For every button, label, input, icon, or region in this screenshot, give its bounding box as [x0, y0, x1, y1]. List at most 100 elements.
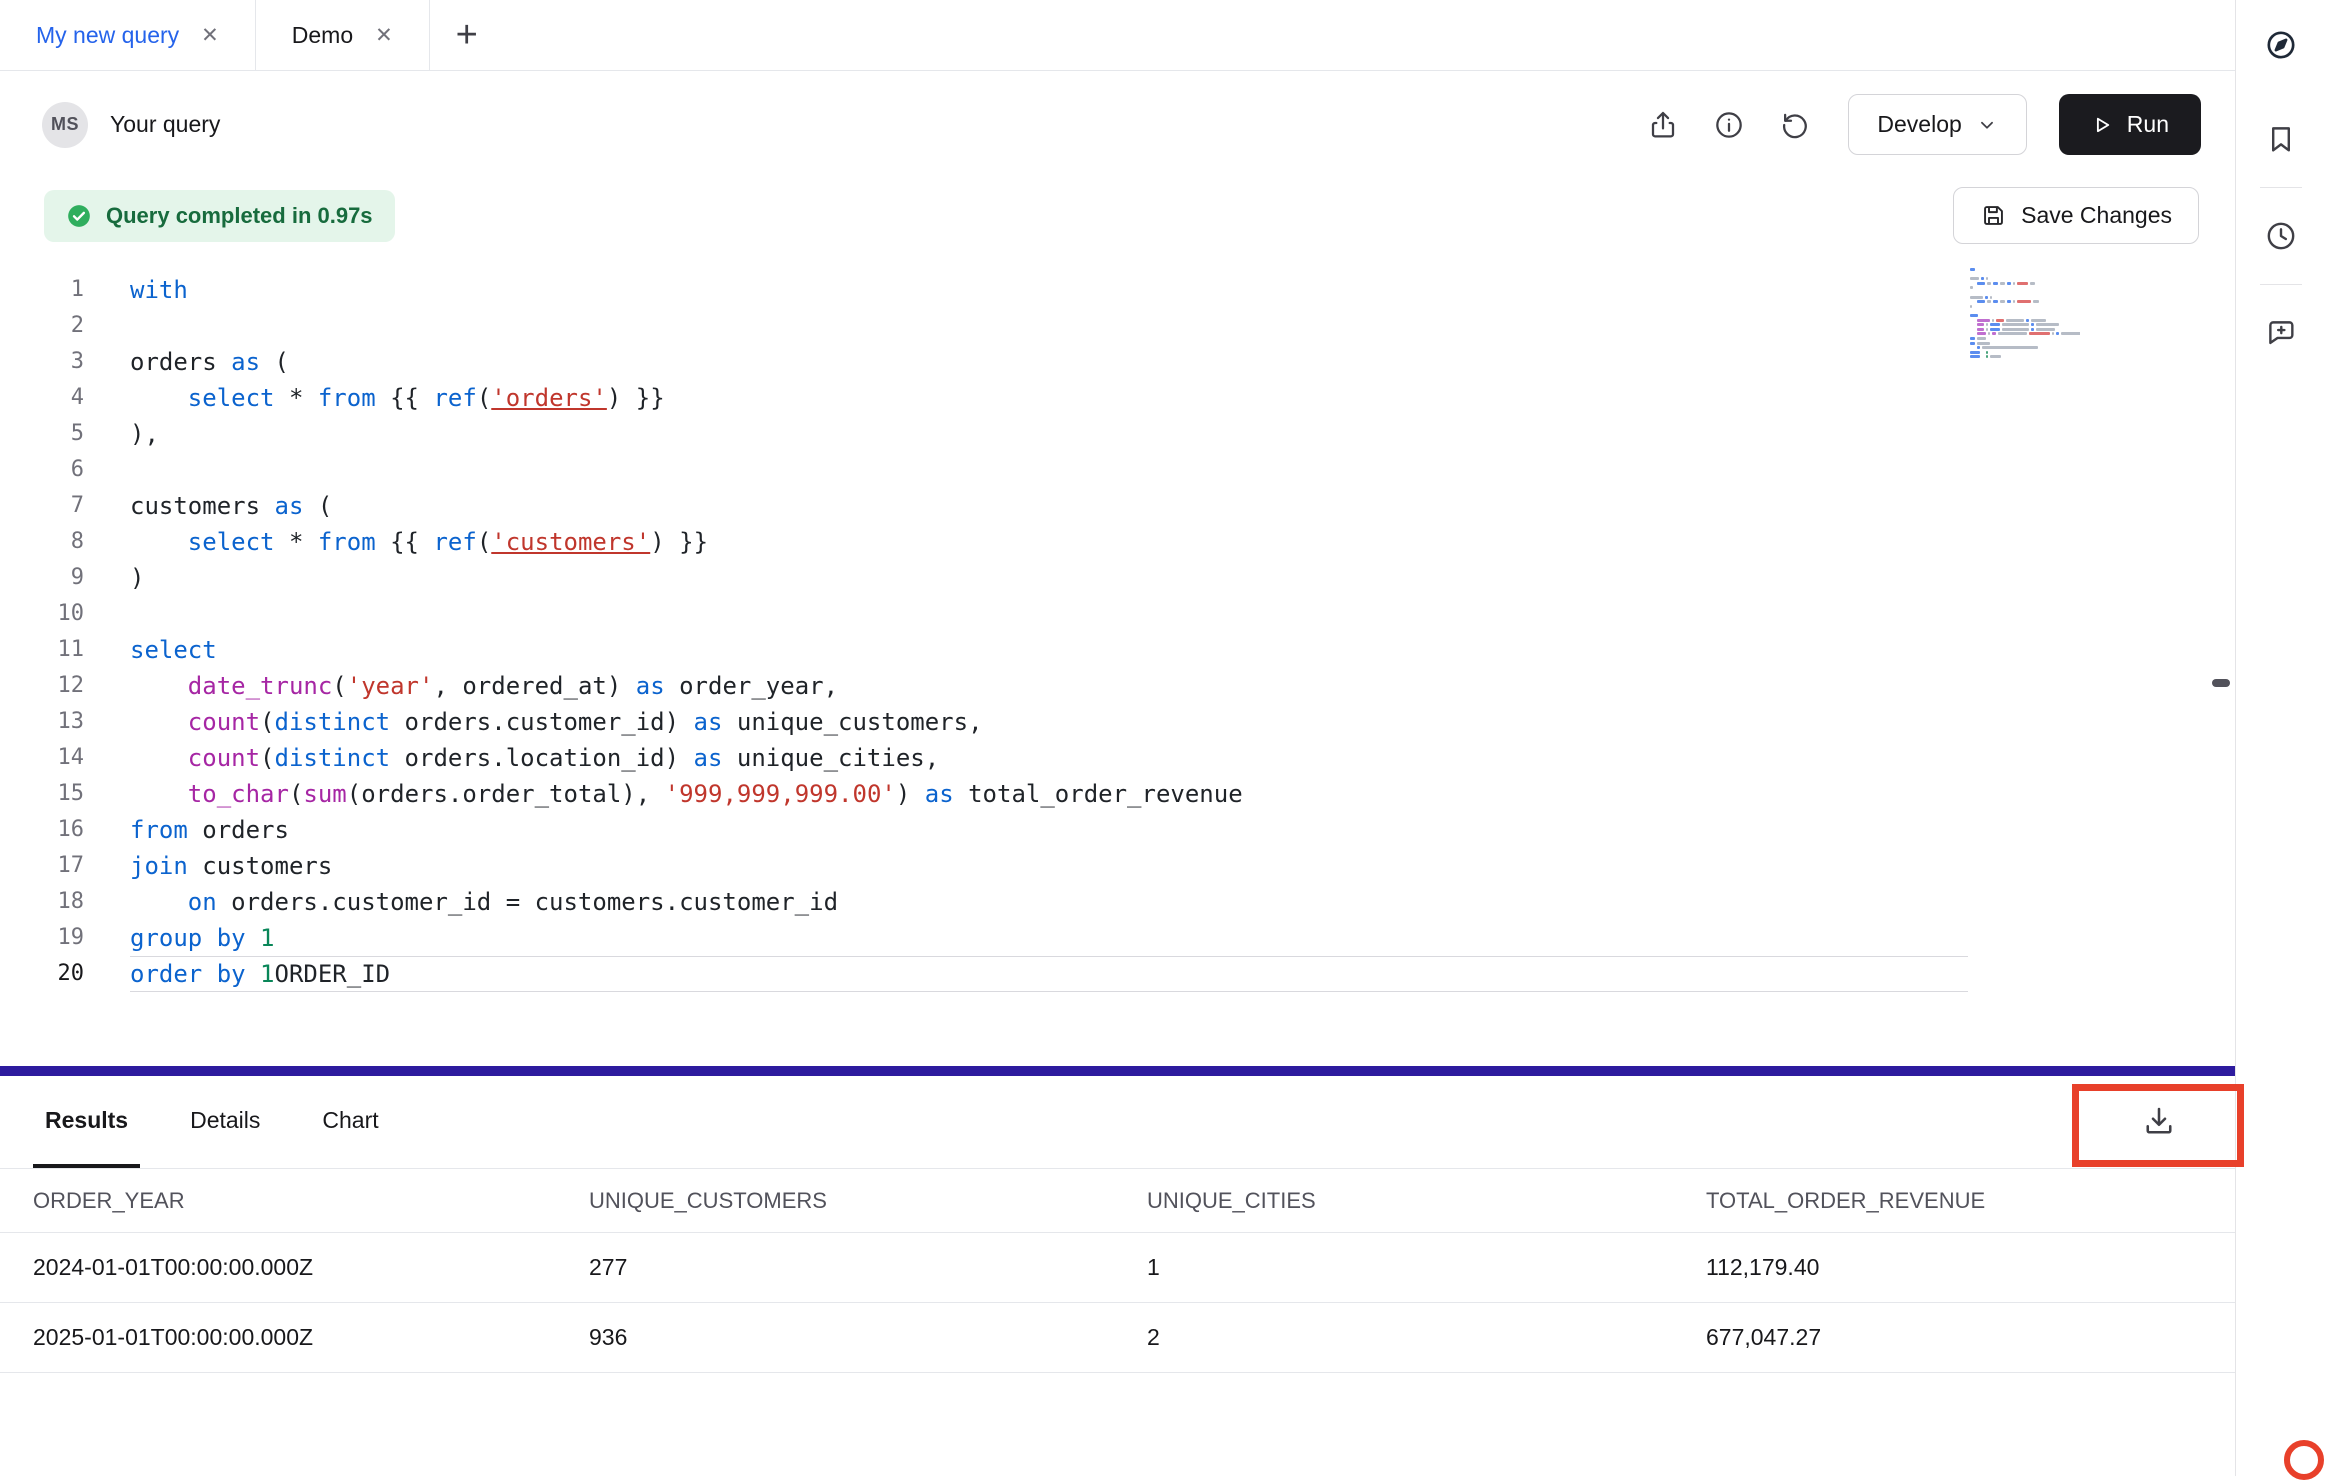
code-line[interactable]: 19 group by 1	[0, 920, 2235, 956]
panel-divider[interactable]	[0, 1066, 2235, 1076]
minimap[interactable]	[1970, 268, 2080, 360]
share-icon	[1647, 109, 1679, 141]
column-header: TOTAL_ORDER_REVENUE	[1673, 1188, 2235, 1214]
code-line[interactable]: 2	[0, 308, 2235, 344]
table-cell: 936	[556, 1324, 1114, 1351]
code-text: group by 1	[130, 920, 275, 956]
develop-dropdown[interactable]: Develop	[1848, 94, 2026, 155]
sidebar-divider	[2260, 187, 2302, 188]
editor-tab-my-new-query[interactable]: My new query ✕	[0, 0, 256, 70]
code-line[interactable]: 9)	[0, 560, 2235, 596]
results-body: 2024-01-01T00:00:00.000Z2771112,179.4020…	[0, 1233, 2235, 1373]
results-tab-bar: Results Details Chart	[0, 1076, 2235, 1169]
develop-label: Develop	[1877, 111, 1961, 138]
code-text: on orders.customer_id = customers.custom…	[130, 884, 838, 920]
code-line[interactable]: 6	[0, 452, 2235, 488]
history-icon	[1779, 109, 1811, 141]
line-number: 1	[0, 272, 84, 308]
code-line[interactable]: 1 with	[0, 272, 2235, 308]
code-text: date_trunc('year', ordered_at) as order_…	[130, 668, 838, 704]
results-tab-chart[interactable]: Chart	[310, 1076, 390, 1168]
compass-icon	[2264, 28, 2298, 62]
code-line[interactable]: 5),	[0, 416, 2235, 452]
line-number: 18	[0, 884, 84, 920]
code-line[interactable]: 18 on orders.customer_id = customers.cus…	[0, 884, 2235, 920]
sql-editor[interactable]: 1 with 23orders as (4 select * from {{ ref…	[0, 253, 2235, 1066]
line-number: 5	[0, 416, 84, 452]
code-line[interactable]: 15 to_char(sum(orders.order_total), '999…	[0, 776, 2235, 812]
line-number: 15	[0, 776, 84, 812]
page-title: Your query	[110, 111, 220, 138]
code-line[interactable]: 12 date_trunc('year', ordered_at) as ord…	[0, 668, 2235, 704]
share-button[interactable]	[1646, 108, 1680, 142]
save-changes-button[interactable]: Save Changes	[1953, 187, 2199, 244]
history-button[interactable]	[1778, 108, 1812, 142]
table-cell: 2025-01-01T00:00:00.000Z	[0, 1324, 556, 1351]
line-number: 20	[0, 956, 84, 992]
code-text: to_char(sum(orders.order_total), '999,99…	[130, 776, 1243, 812]
code-text: select	[130, 632, 217, 668]
code-line[interactable]: 16from orders	[0, 812, 2235, 848]
line-number: 2	[0, 308, 84, 344]
results-tab-list: Results Details Chart	[33, 1076, 429, 1168]
code-text: with	[130, 272, 188, 308]
editor-tab-demo[interactable]: Demo✕	[256, 0, 430, 70]
code-line[interactable]: 8 select * from {{ ref('customers') }}	[0, 524, 2235, 560]
feedback-button[interactable]	[2259, 311, 2303, 355]
code-line[interactable]: 11 select	[0, 632, 2235, 668]
status-badge: Query completed in 0.97s	[44, 190, 395, 242]
code-line[interactable]: 10	[0, 596, 2235, 632]
line-number: 13	[0, 704, 84, 740]
results-panel: Results Details Chart ORDER_YEARUNIQUE_CUS…	[0, 1076, 2235, 1476]
line-number: 8	[0, 524, 84, 560]
line-number: 17	[0, 848, 84, 884]
app-root: My new query✕Demo✕ + MS Your query Devel…	[0, 0, 2326, 1476]
line-number: 7	[0, 488, 84, 524]
code-text: count(distinct orders.location_id) as un…	[130, 740, 939, 776]
tab-list: My new query✕Demo✕	[0, 0, 430, 70]
results-tab-results[interactable]: Results	[33, 1076, 140, 1168]
play-icon	[2091, 114, 2113, 136]
column-header: ORDER_YEAR	[0, 1188, 556, 1214]
column-header: UNIQUE_CUSTOMERS	[556, 1188, 1114, 1214]
code-line[interactable]: 4 select * from {{ ref('orders') }}	[0, 380, 2235, 416]
scrollbar-handle[interactable]	[2212, 679, 2230, 687]
new-tab-button[interactable]: +	[430, 0, 504, 70]
check-circle-icon	[66, 203, 92, 229]
table-row[interactable]: 2025-01-01T00:00:00.000Z9362677,047.27	[0, 1303, 2235, 1373]
table-cell: 112,179.40	[1673, 1254, 2235, 1281]
table-row[interactable]: 2024-01-01T00:00:00.000Z2771112,179.40	[0, 1233, 2235, 1303]
avatar: MS	[42, 102, 88, 148]
run-button[interactable]: Run	[2059, 94, 2201, 155]
code-line[interactable]: 14 count(distinct orders.location_id) as…	[0, 740, 2235, 776]
tab-label: My new query	[36, 22, 179, 49]
code-text: select * from {{ ref('orders') }}	[130, 380, 665, 416]
results-header-row: ORDER_YEARUNIQUE_CUSTOMERSUNIQUE_CITIEST…	[0, 1169, 2235, 1233]
save-changes-label: Save Changes	[2021, 202, 2172, 229]
tab-close-icon[interactable]: ✕	[201, 25, 219, 46]
chat-icon	[2264, 316, 2298, 350]
line-number: 19	[0, 920, 84, 956]
code-line[interactable]: 3orders as (	[0, 344, 2235, 380]
explore-button[interactable]	[2259, 23, 2303, 67]
main-area: My new query✕Demo✕ + MS Your query Devel…	[0, 0, 2235, 1476]
info-button[interactable]	[1712, 108, 1746, 142]
sidebar-divider	[2260, 284, 2302, 285]
query-toolbar: MS Your query Develop Run	[0, 71, 2235, 178]
code-line[interactable]: 20order by 1ORDER_ID	[0, 956, 2235, 992]
history-sidebar-button[interactable]	[2259, 214, 2303, 258]
code-line[interactable]: 17join customers	[0, 848, 2235, 884]
toolbar-actions: Develop Run	[1646, 94, 2201, 155]
code-line[interactable]: 13 count(distinct orders.customer_id) as…	[0, 704, 2235, 740]
results-tab-details[interactable]: Details	[178, 1076, 272, 1168]
line-number: 14	[0, 740, 84, 776]
line-number: 4	[0, 380, 84, 416]
bookmarks-button[interactable]	[2259, 117, 2303, 161]
tab-close-icon[interactable]: ✕	[375, 25, 393, 46]
code-text: from orders	[130, 812, 289, 848]
line-number: 11	[0, 632, 84, 668]
code-line[interactable]: 7customers as (	[0, 488, 2235, 524]
download-button[interactable]	[2139, 1102, 2179, 1142]
code-text: ),	[130, 416, 159, 452]
save-icon	[1980, 202, 2007, 229]
